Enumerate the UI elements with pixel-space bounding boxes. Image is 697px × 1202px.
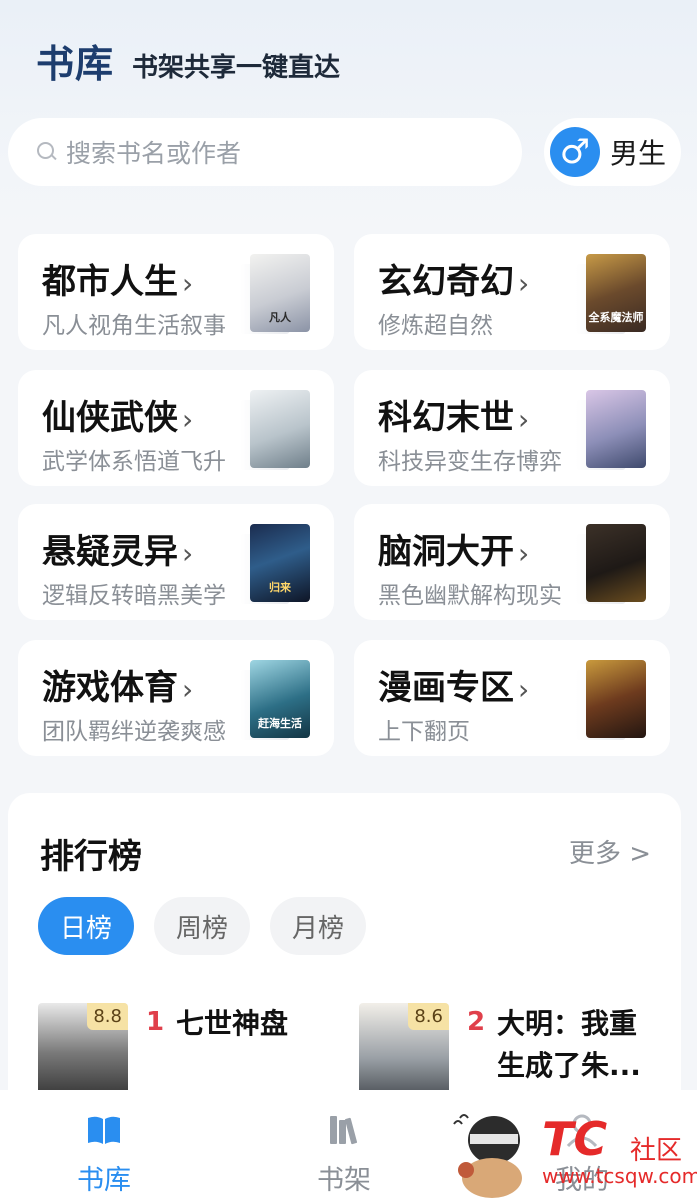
search-input[interactable]: 搜索书名或作者 [8, 118, 522, 186]
page-title: 书库 [36, 42, 115, 86]
category-subtitle: 逻辑反转暗黑美学 [42, 583, 226, 609]
category-card-xianxia[interactable]: 仙侠武侠 › 武学体系悟道飞升 [18, 370, 334, 486]
ranking-title: 排行榜 [40, 837, 142, 877]
category-subtitle: 修炼超自然 [378, 313, 493, 339]
tab-library[interactable]: 书库 [34, 1090, 174, 1202]
category-card-mystery[interactable]: 悬疑灵异 › 逻辑反转暗黑美学 归来 [18, 504, 334, 620]
more-link[interactable]: 更多 > [569, 833, 651, 870]
category-subtitle: 团队羁绊逆袭爽感 [42, 719, 226, 745]
category-title: 科幻末世 [378, 398, 514, 438]
book-cover [586, 660, 646, 738]
open-book-icon [88, 1116, 120, 1144]
category-card-scifi[interactable]: 科幻末世 › 科技异变生存博弈 [354, 370, 670, 486]
header-slogan: 书架共享一键直达 [132, 53, 341, 83]
book-cover [586, 524, 646, 602]
category-subtitle: 科技异变生存博弈 [378, 449, 562, 475]
category-subtitle: 凡人视角生活叙事 [42, 313, 226, 339]
book-cover [586, 390, 646, 468]
page-header: 书库 书架共享一键直达 [36, 38, 340, 88]
rank-number: 1 [146, 1007, 165, 1037]
category-subtitle: 武学体系悟道飞升 [42, 449, 226, 475]
category-card-urban[interactable]: 都市人生 › 凡人视角生活叙事 凡人 [18, 234, 334, 350]
book-title: 七世神盘 [176, 1007, 289, 1040]
book-cover [250, 390, 310, 468]
category-title: 悬疑灵异 [42, 532, 178, 572]
bookshelf-icon [330, 1116, 358, 1145]
watermark-logo: TC [542, 1112, 608, 1166]
tab-bookshelf[interactable]: 书架 [274, 1090, 414, 1202]
category-title: 游戏体育 [42, 668, 178, 708]
book-title: 大明：我重生成了朱... [497, 1007, 641, 1082]
watermark: TC 社区 www.tcsqw.com [446, 1104, 697, 1202]
chevron-right-icon: › [518, 537, 530, 570]
score-badge: 8.8 [87, 1003, 128, 1030]
search-icon [36, 141, 58, 163]
watermark-url: www.tcsqw.com [542, 1164, 697, 1188]
category-card-game-sports[interactable]: 游戏体育 › 团队羁绊逆袭爽感 赶海生活 [18, 640, 334, 756]
category-title: 都市人生 [42, 262, 178, 302]
category-card-comics[interactable]: 漫画专区 › 上下翻页 [354, 640, 670, 756]
chevron-right-icon: › [182, 673, 194, 706]
gender-label: 男生 [610, 137, 667, 170]
gender-switch-button[interactable]: ♂ 男生 [544, 118, 681, 186]
tab-monthly[interactable]: 月榜 [270, 897, 366, 955]
score-badge: 8.6 [408, 1003, 449, 1030]
chevron-right-icon: › [182, 403, 194, 436]
chevron-right-icon: › [518, 267, 530, 300]
search-placeholder: 搜索书名或作者 [66, 139, 242, 168]
tab-daily[interactable]: 日榜 [38, 897, 134, 955]
chevron-right-icon: › [518, 673, 530, 706]
book-cover: 全系魔法师 [586, 254, 646, 332]
category-subtitle: 上下翻页 [378, 719, 470, 745]
book-cover: 赶海生活 [250, 660, 310, 738]
category-card-fantasy[interactable]: 玄幻奇幻 › 修炼超自然 全系魔法师 [354, 234, 670, 350]
category-title: 脑洞大开 [378, 532, 514, 572]
category-card-brainhole[interactable]: 脑洞大开 › 黑色幽默解构现实 [354, 504, 670, 620]
male-icon: ♂ [550, 127, 600, 177]
rank-number: 2 [467, 1007, 486, 1037]
category-subtitle: 黑色幽默解构现实 [378, 583, 562, 609]
category-title: 漫画专区 [378, 668, 514, 708]
book-cover: 归来 [250, 524, 310, 602]
chevron-right-icon: › [182, 267, 194, 300]
mascot-icon [453, 1114, 522, 1198]
watermark-label: 社区 [630, 1136, 683, 1166]
book-cover: 凡人 [250, 254, 310, 332]
tab-weekly[interactable]: 周榜 [154, 897, 250, 955]
category-title: 仙侠武侠 [42, 398, 178, 438]
chevron-right-icon: › [518, 403, 530, 436]
category-title: 玄幻奇幻 [378, 262, 514, 302]
chevron-right-icon: › [182, 537, 194, 570]
